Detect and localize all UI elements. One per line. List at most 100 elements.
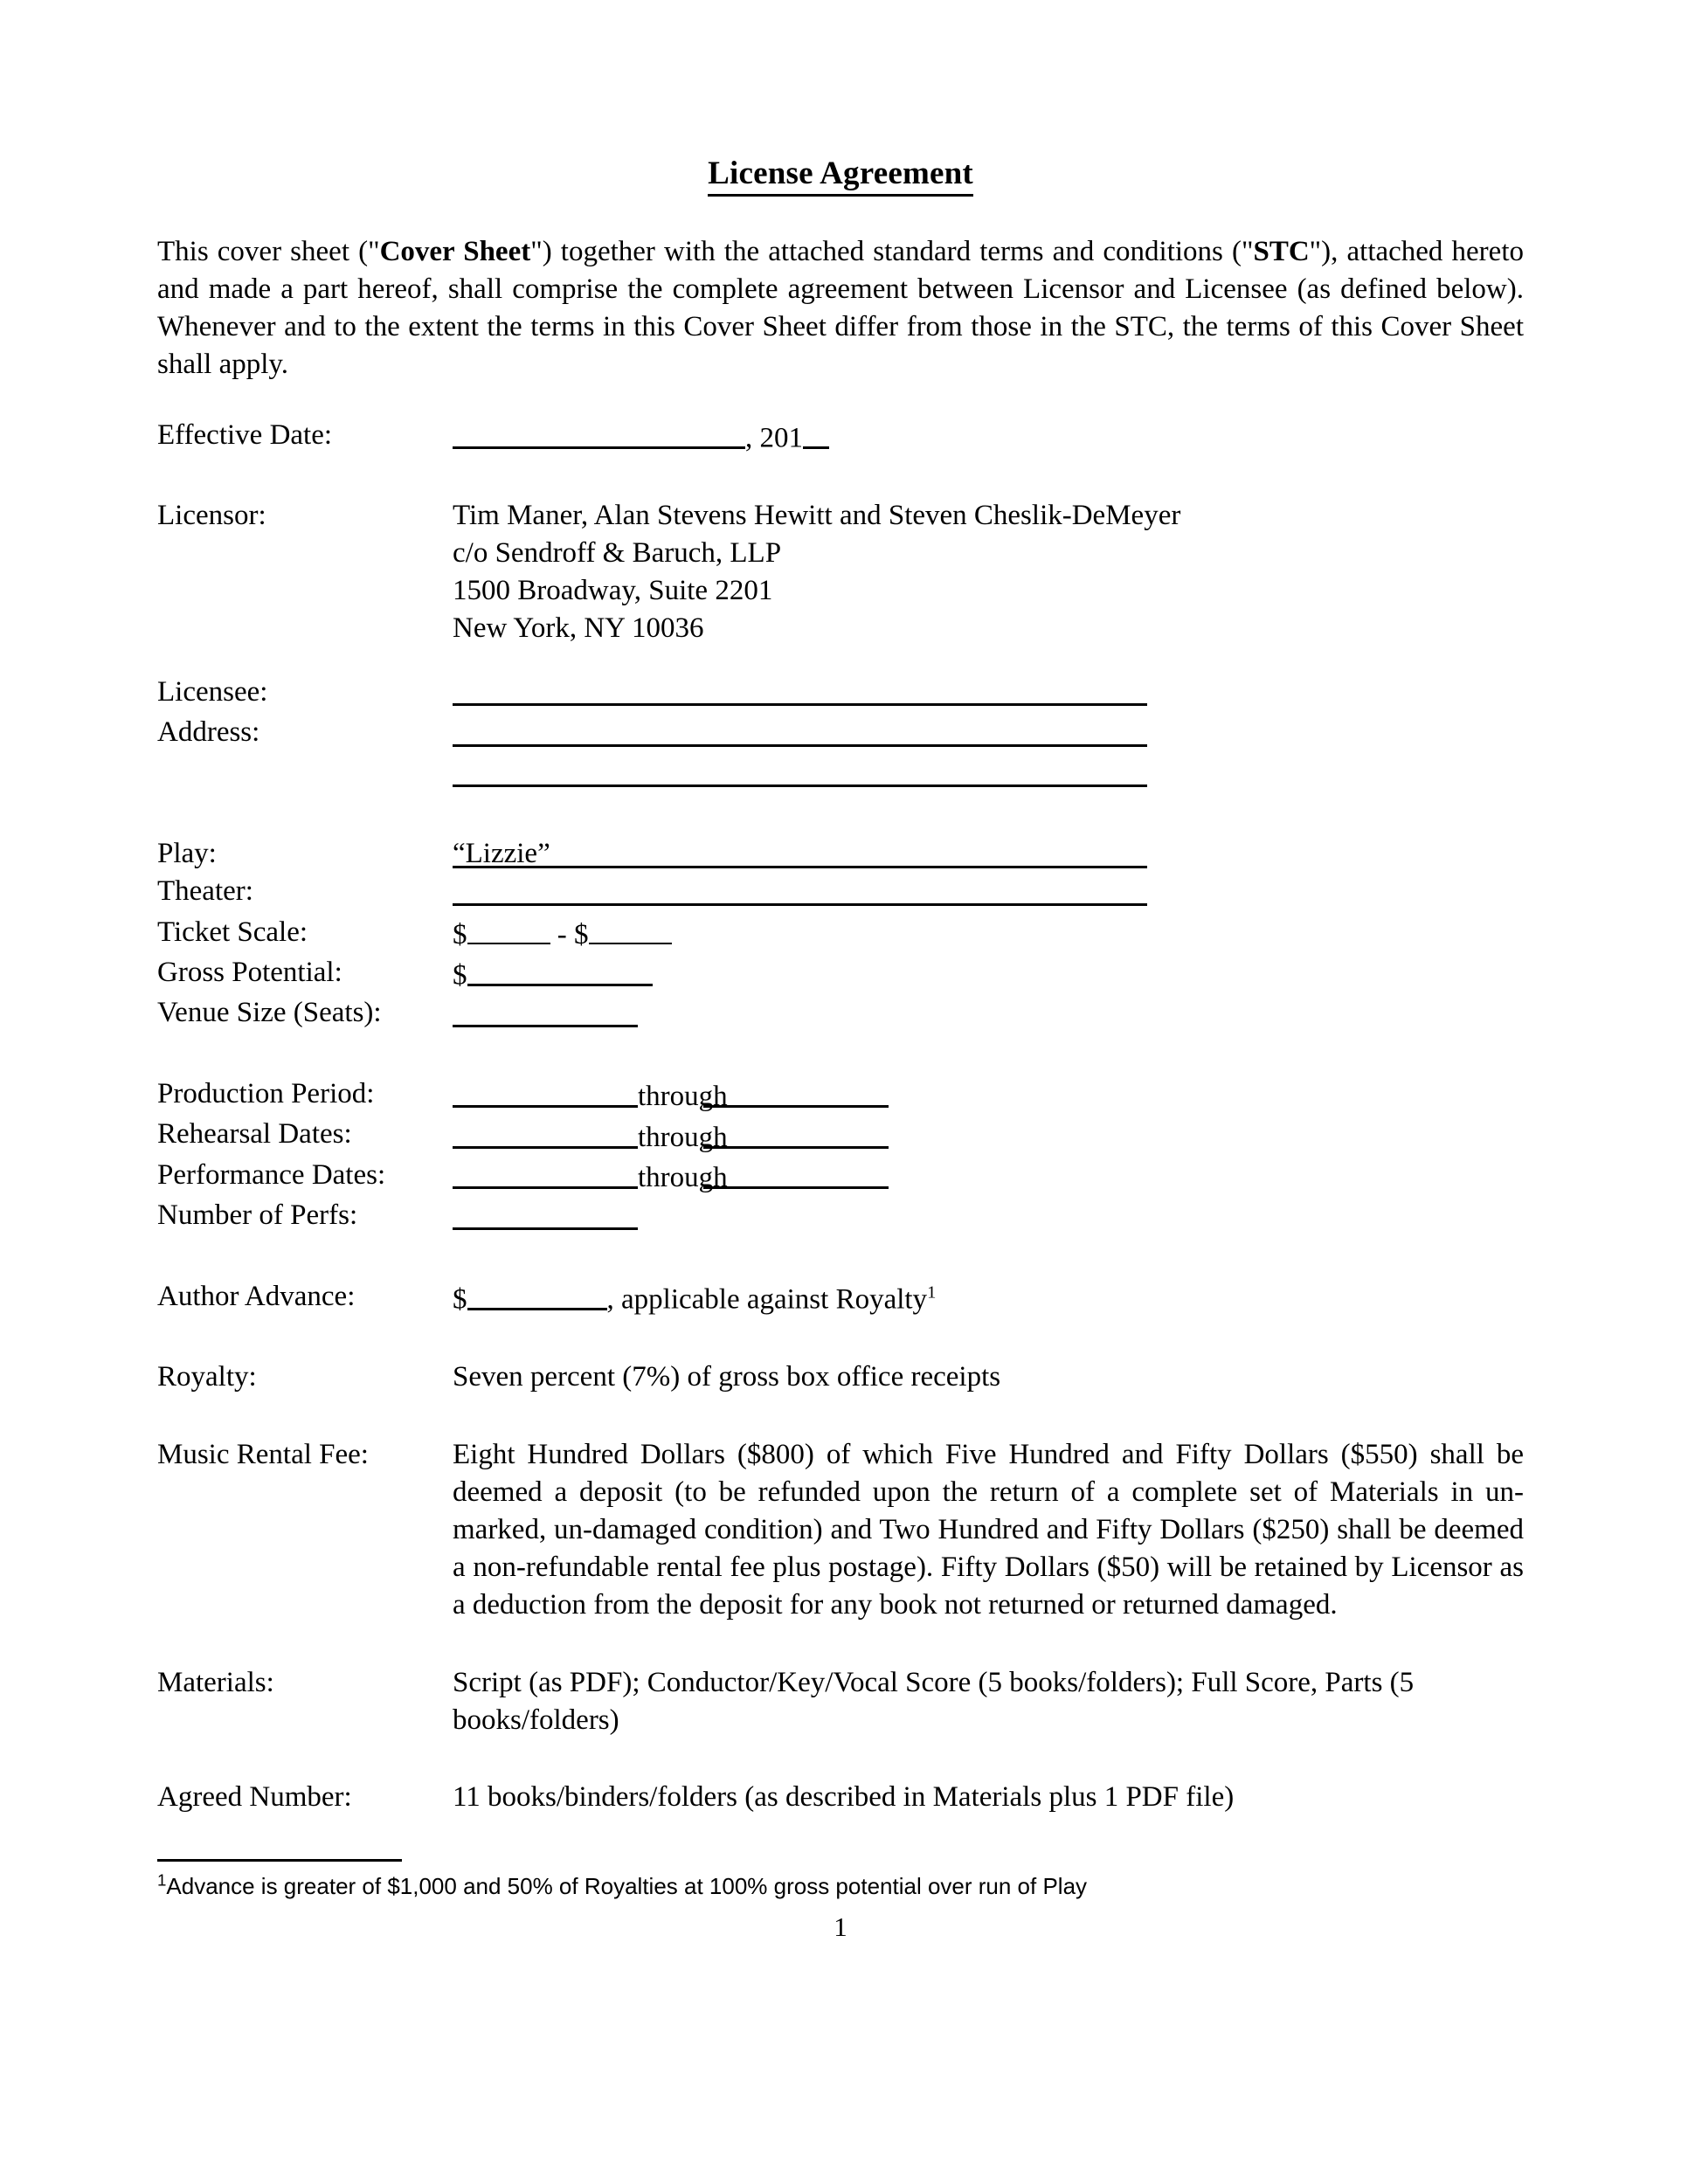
theater-input[interactable] xyxy=(453,873,1147,906)
field-row-play: Play: “Lizzie” xyxy=(157,835,1524,873)
value-licensor: Tim Maner, Alan Stevens Hewitt and Steve… xyxy=(453,497,1524,647)
intro-part-1: This cover sheet (" xyxy=(157,236,380,267)
label-play: Play: xyxy=(157,838,217,870)
play-value: “Lizzie” xyxy=(453,838,550,870)
licensor-line-3: 1500 Broadway, Suite 2201 xyxy=(453,574,773,606)
author-advance-footnote-marker: 1 xyxy=(927,1282,937,1303)
licensee-input[interactable] xyxy=(453,674,1147,707)
ticket-scale-dollar-low: $ xyxy=(453,918,467,950)
field-row-rehearsal-dates: Rehearsal Dates: through xyxy=(157,1116,1524,1157)
footnote-marker: 1 xyxy=(157,1870,167,1890)
value-royalty: Seven percent (7%) of gross box office r… xyxy=(453,1361,1001,1393)
label-ticket-scale: Ticket Scale: xyxy=(157,916,308,948)
field-row-number-of-perfs: Number of Perfs: xyxy=(157,1197,1524,1238)
value-effective-date: , 201 xyxy=(453,417,1524,458)
ticket-scale-low-input[interactable] xyxy=(467,914,550,944)
venue-size-input[interactable] xyxy=(453,994,638,1027)
label-theater: Theater: xyxy=(157,875,253,908)
value-venue-size xyxy=(453,994,1524,1035)
rehearsal-dates-end-input[interactable] xyxy=(703,1116,889,1149)
author-advance-dollar: $ xyxy=(453,1283,467,1316)
gross-potential-input[interactable] xyxy=(467,954,653,987)
footnote: 1Advance is greater of $1,000 and 50% of… xyxy=(157,1870,1468,1901)
value-licensee xyxy=(453,674,1524,715)
value-play: “Lizzie” xyxy=(453,835,1524,873)
licensor-line-4: New York, NY 10036 xyxy=(453,612,704,644)
label-gross-potential: Gross Potential: xyxy=(157,956,342,988)
label-production-period: Production Period: xyxy=(157,1077,375,1109)
field-row-effective-date: Effective Date: , 201 xyxy=(157,417,1524,458)
label-venue-size: Venue Size (Seats): xyxy=(157,997,382,1029)
value-rehearsal-dates: through xyxy=(453,1116,1524,1157)
field-row-author-advance: Author Advance: $ , applicable against Ro… xyxy=(157,1278,1524,1319)
address-input-line-2[interactable] xyxy=(453,755,1147,788)
field-rows: Effective Date: , 201 Licensor: Tim Mane… xyxy=(157,417,1524,1817)
field-row-licensor: Licensor: Tim Maner, Alan Stevens Hewitt… xyxy=(157,497,1524,647)
licensor-line-2: c/o Sendroff & Baruch, LLP xyxy=(453,536,782,569)
effective-date-year-input[interactable] xyxy=(803,417,829,450)
value-performance-dates: through xyxy=(453,1157,1524,1198)
production-period-start-input[interactable] xyxy=(453,1075,638,1109)
address-line-2 xyxy=(453,755,1524,796)
field-row-royalty: Royalty: Seven percent (7%) of gross box… xyxy=(157,1358,1524,1396)
field-row-venue-size: Venue Size (Seats): xyxy=(157,994,1524,1035)
label-materials: Materials: xyxy=(157,1666,274,1698)
address-line-1 xyxy=(453,714,1524,755)
value-number-of-perfs xyxy=(453,1197,1524,1238)
performance-dates-end-input[interactable] xyxy=(703,1157,889,1190)
label-performance-dates: Performance Dates: xyxy=(157,1158,386,1191)
field-row-ticket-scale: Ticket Scale: $ - $ xyxy=(157,914,1524,954)
licensor-line-1: Tim Maner, Alan Stevens Hewitt and Steve… xyxy=(453,500,1181,532)
author-advance-input[interactable] xyxy=(467,1278,607,1311)
ticket-scale-dollar-high: $ xyxy=(574,918,589,950)
value-address xyxy=(453,714,1524,795)
field-row-performance-dates: Performance Dates: through xyxy=(157,1157,1524,1198)
performance-dates-start-input[interactable] xyxy=(453,1157,638,1190)
performance-dates-connector: through xyxy=(638,1162,728,1194)
page-title-text: License Agreement xyxy=(708,156,973,197)
label-author-advance: Author Advance: xyxy=(157,1280,356,1312)
field-row-production-period: Production Period: through xyxy=(157,1075,1524,1116)
value-theater xyxy=(453,873,1524,914)
ticket-scale-high-input[interactable] xyxy=(588,914,672,944)
field-row-music-rental-fee: Music Rental Fee: Eight Hundred Dollars … xyxy=(157,1436,1524,1623)
label-address: Address: xyxy=(157,716,260,749)
value-materials: Script (as PDF); Conductor/Key/Vocal Sco… xyxy=(453,1666,1415,1736)
page-title: License Agreement xyxy=(157,156,1524,197)
label-royalty: Royalty: xyxy=(157,1361,257,1393)
value-production-period: through xyxy=(453,1075,1524,1116)
document-page: License Agreement This cover sheet ("Cov… xyxy=(0,0,1681,2184)
value-author-advance: $ , applicable against Royalty1 xyxy=(453,1278,1524,1319)
label-music-rental-fee: Music Rental Fee: xyxy=(157,1439,369,1471)
production-period-end-input[interactable] xyxy=(703,1075,889,1109)
label-effective-date: Effective Date: xyxy=(157,418,333,451)
page-number: 1 xyxy=(834,1911,847,1942)
label-licensee: Licensee: xyxy=(157,675,268,708)
address-input-line-1[interactable] xyxy=(453,714,1147,747)
intro-part-2: ") together with the attached standard t… xyxy=(530,236,1254,267)
effective-date-input[interactable] xyxy=(453,417,745,450)
value-agreed-number: 11 books/binders/folders (as described i… xyxy=(453,1781,1235,1814)
effective-date-year-prefix: , 201 xyxy=(745,422,803,454)
value-ticket-scale: $ - $ xyxy=(453,914,1524,954)
label-licensor: Licensor: xyxy=(157,500,266,532)
ticket-scale-separator: - xyxy=(550,918,574,950)
intro-paragraph: This cover sheet ("Cover Sheet") togethe… xyxy=(157,233,1524,384)
production-period-connector: through xyxy=(638,1081,728,1113)
rehearsal-dates-start-input[interactable] xyxy=(453,1116,638,1149)
intro-bold-stc: STC xyxy=(1253,236,1310,267)
field-row-theater: Theater: xyxy=(157,873,1524,914)
play-input[interactable]: “Lizzie” xyxy=(453,835,1147,870)
field-row-address: Address: xyxy=(157,714,1524,795)
gross-potential-dollar: $ xyxy=(453,959,467,992)
field-row-materials: Materials: Script (as PDF); Conductor/Ke… xyxy=(157,1664,1524,1739)
intro-bold-cover-sheet: Cover Sheet xyxy=(379,236,531,267)
number-of-perfs-input[interactable] xyxy=(453,1197,638,1230)
